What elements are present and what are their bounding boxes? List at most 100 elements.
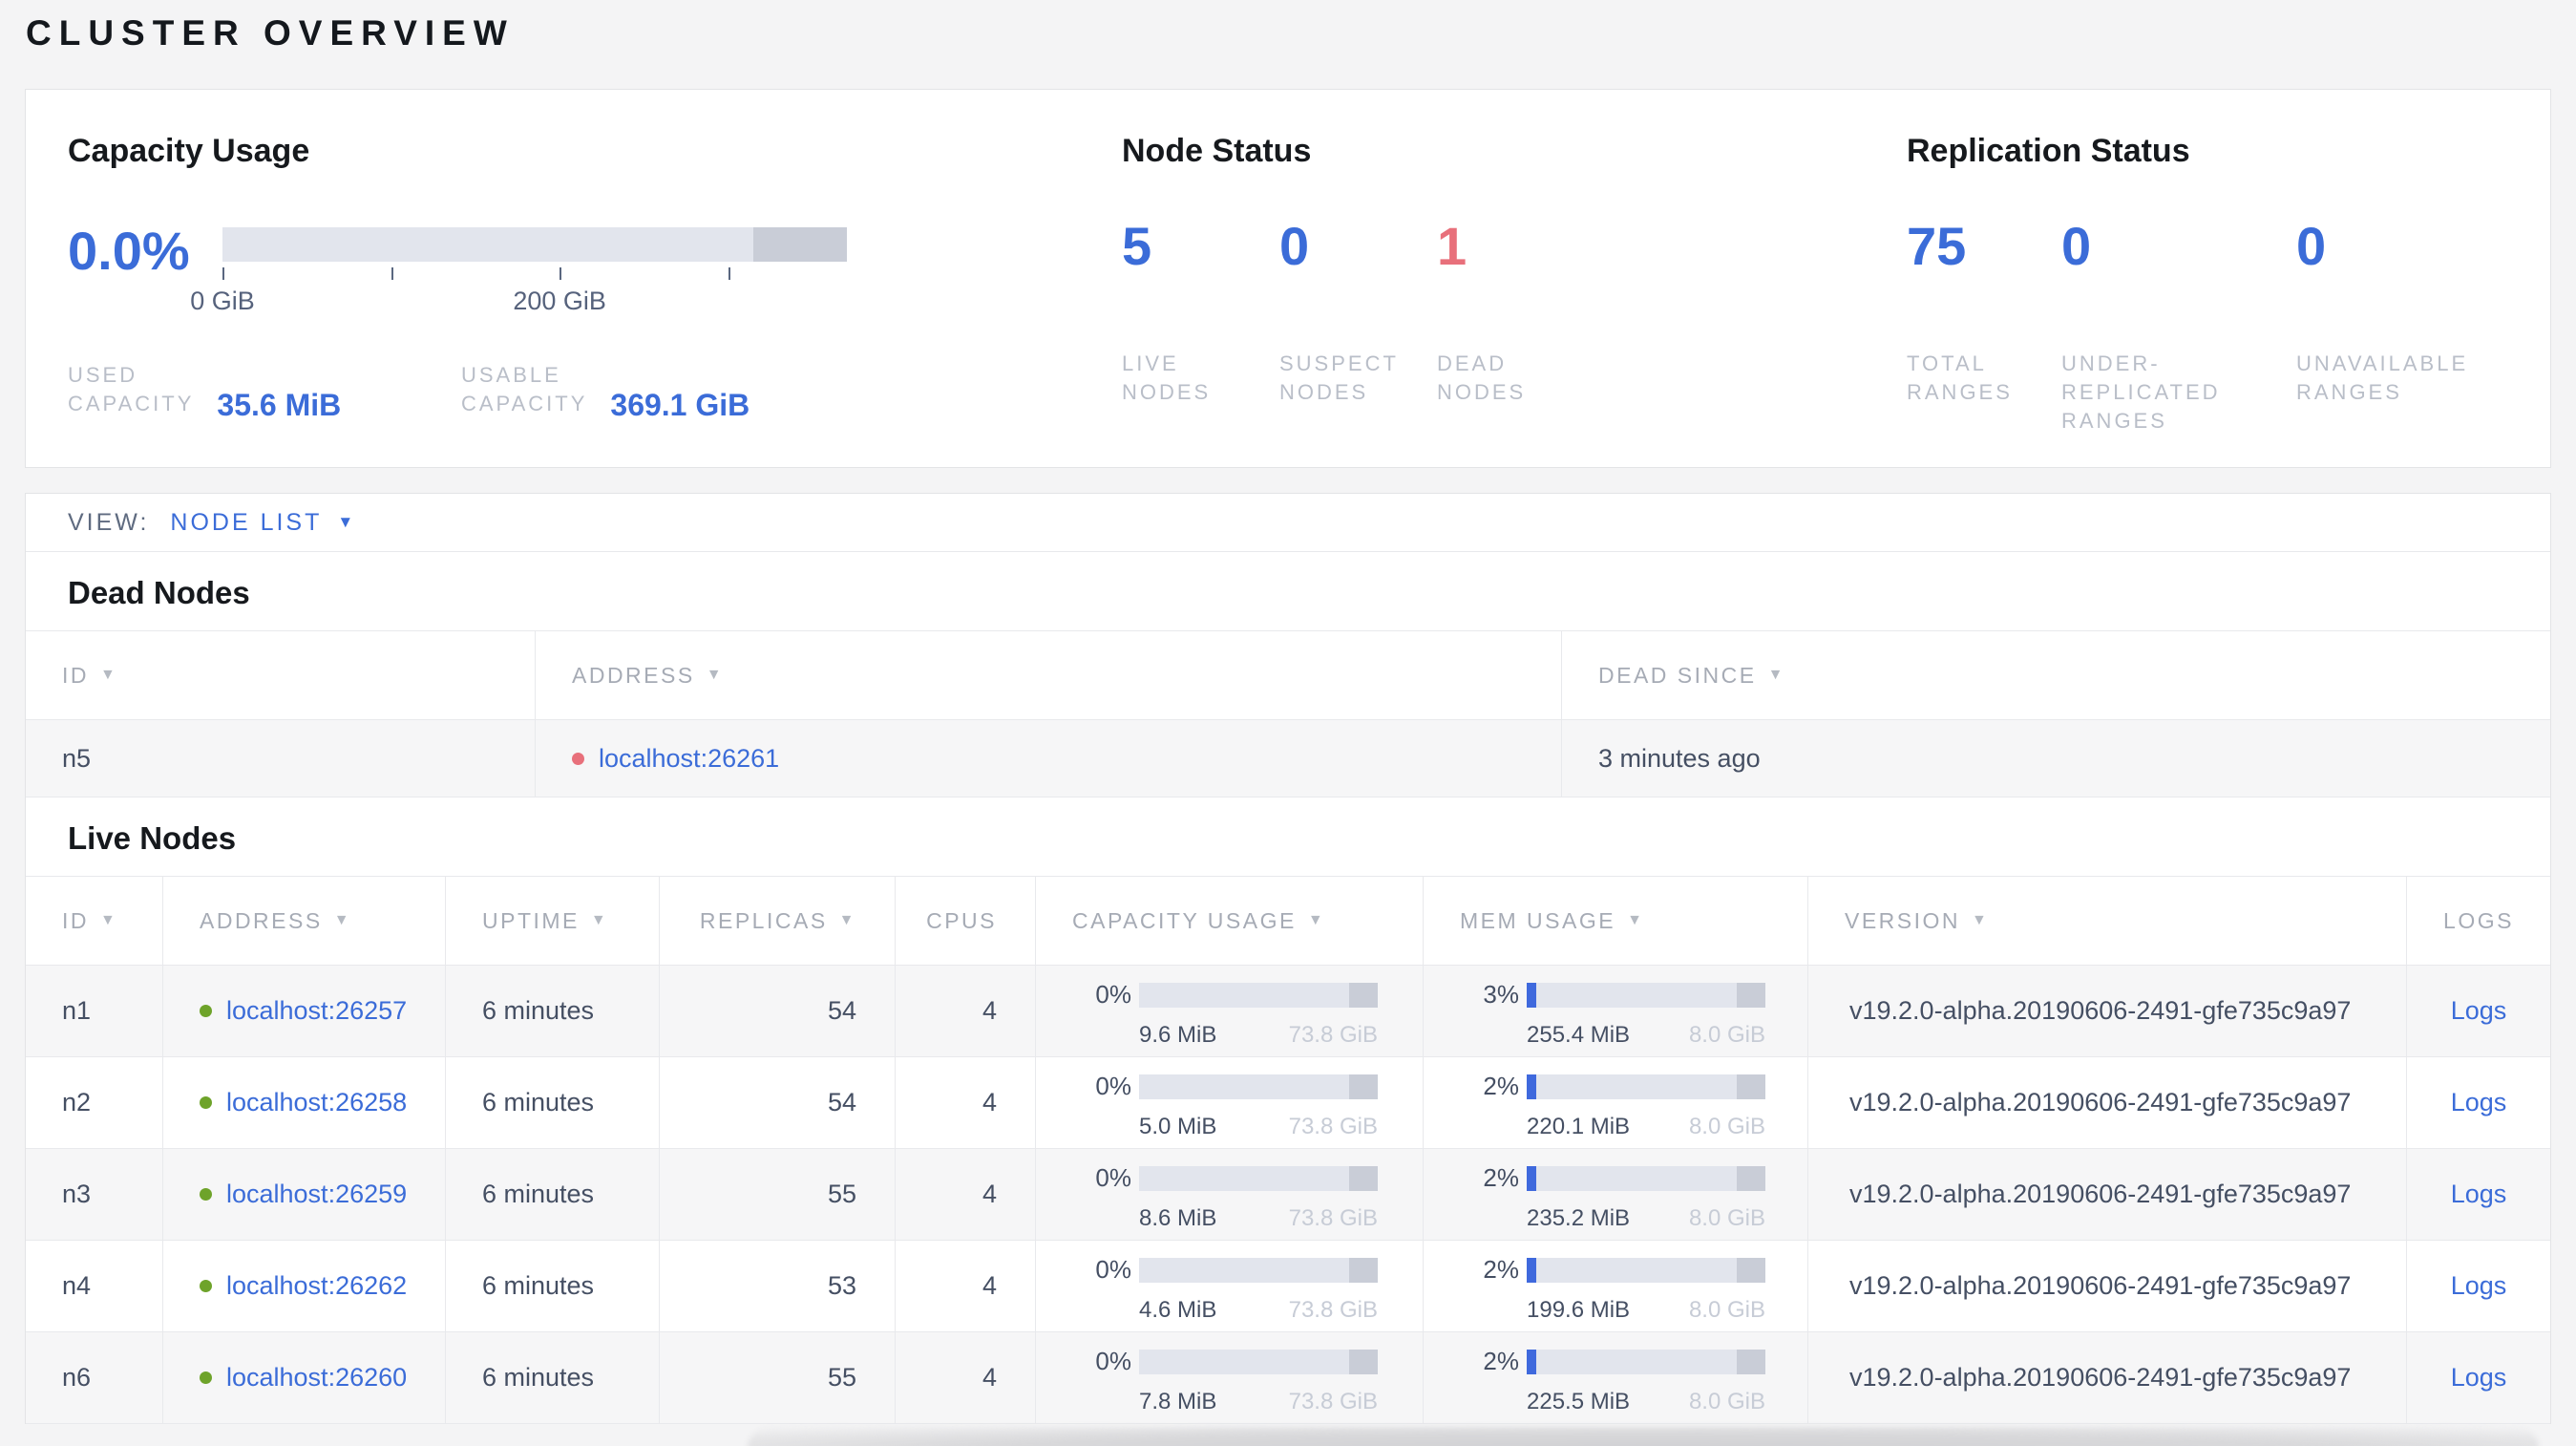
live-node-logs-cell: Logs	[2407, 1332, 2550, 1423]
capacity-bar-chart: 0 GiB 200 GiB	[190, 227, 847, 315]
live-node-dot-icon	[200, 1096, 212, 1109]
mem-usage-bar-row: 2%	[1466, 1347, 1765, 1376]
mem-usage-labels: 255.4 MiB 8.0 GiB	[1527, 1022, 1765, 1049]
live-node-uptime-cell: 6 minutes	[446, 1241, 660, 1331]
node-status-stat-value: 1	[1437, 216, 1467, 276]
replication-status-stat: 0 UNDER- REPLICATED RANGES	[2061, 220, 2296, 436]
dead-nodes-table: ID ▼ ADDRESS ▼ DEAD SINCE ▼ n5 localhost:26261 3…	[26, 630, 2550, 797]
capacity-used-value: 7.8 MiB	[1139, 1389, 1217, 1414]
node-status-stat: 0 SUSPECT NODES	[1279, 220, 1437, 407]
dead-nodes-header-id[interactable]: ID ▼	[26, 631, 536, 719]
live-nodes-header-id[interactable]: ID ▼	[26, 877, 163, 965]
mem-usage-bar	[1527, 982, 1765, 1008]
capacity-axis-tick	[391, 267, 393, 280]
capacity-total-value: 73.8 GiB	[1288, 1205, 1378, 1231]
capacity-usage-cell: 0% 4.6 MiB 73.8 GiB	[1036, 1241, 1424, 1331]
node-status-stat-label: SUSPECT NODES	[1279, 351, 1399, 404]
live-node-address-link[interactable]: localhost:26257	[226, 996, 407, 1026]
dead-nodes-header-label-id: ID	[62, 662, 89, 688]
live-node-address-cell: localhost:26257	[163, 966, 446, 1056]
live-node-version-cell: v19.2.0-alpha.20190606-2491-gfe735c9a97	[1808, 1149, 2407, 1240]
live-nodes-header-row: ID ▼ ADDRESS ▼ UPTIME ▼ REPLICAS ▼ CPUS CAPACITY …	[26, 876, 2550, 966]
live-node-address-link[interactable]: localhost:26259	[226, 1180, 407, 1209]
live-node-dot-icon	[200, 1005, 212, 1017]
capacity-usage-bar	[1139, 1257, 1378, 1283]
live-node-logs-link[interactable]: Logs	[2451, 1180, 2507, 1209]
view-selector-dropdown[interactable]: NODE LIST ▼	[170, 509, 353, 537]
node-status-stat-label: DEAD NODES	[1437, 351, 1527, 404]
live-node-cpus-cell: 4	[896, 1332, 1036, 1423]
capacity-usage-bar-cap	[1349, 982, 1378, 1008]
mem-used-value: 225.5 MiB	[1527, 1389, 1631, 1414]
live-nodes-header-mem[interactable]: MEM USAGE ▼	[1424, 877, 1808, 965]
live-nodes-header-logs[interactable]: LOGS	[2407, 877, 2550, 965]
live-node-logs-link[interactable]: Logs	[2451, 1363, 2507, 1393]
mem-usage-labels: 225.5 MiB 8.0 GiB	[1527, 1389, 1765, 1415]
capacity-usage-bar-row: 0%	[1078, 1347, 1378, 1376]
capacity-used-value: 4.6 MiB	[1139, 1297, 1217, 1323]
view-selected-value: NODE LIST	[170, 508, 323, 536]
replication-status-stat-label: UNDER- REPLICATED RANGES	[2061, 351, 2221, 433]
mem-usage-bar-row: 2%	[1466, 1255, 1765, 1285]
live-node-logs-cell: Logs	[2407, 1057, 2550, 1148]
mem-usage-bar-row: 3%	[1466, 980, 1765, 1010]
live-nodes-header-label-cpus: CPUS	[926, 907, 997, 933]
capacity-stat: USABLE CAPACITY 369.1 GiB	[461, 361, 750, 420]
capacity-usage-percent: 0%	[1095, 1347, 1131, 1375]
live-node-logs-link[interactable]: Logs	[2451, 1088, 2507, 1117]
dead-nodes-header-dead_since[interactable]: DEAD SINCE ▼	[1562, 631, 2550, 719]
live-nodes-header-address[interactable]: ADDRESS ▼	[163, 877, 446, 965]
mem-usage-bar-used	[1527, 982, 1536, 1008]
sort-caret-icon: ▼	[590, 912, 609, 928]
live-node-id-cell: n2	[26, 1057, 163, 1148]
live-nodes-header-label-id: ID	[62, 907, 89, 933]
mem-usage-bar-used	[1527, 1165, 1536, 1191]
view-label: VIEW:	[68, 508, 150, 536]
live-node-address-link[interactable]: localhost:26262	[226, 1271, 407, 1301]
live-nodes-header-label-uptime: UPTIME	[482, 907, 580, 933]
mem-usage-percent: 2%	[1483, 1163, 1519, 1192]
live-node-logs-link[interactable]: Logs	[2451, 996, 2507, 1026]
live-nodes-header-version[interactable]: VERSION ▼	[1808, 877, 2407, 965]
live-node-cpus-cell: 4	[896, 1241, 1036, 1331]
replication-status-stat: 0 UNAVAILABLE RANGES	[2296, 220, 2468, 436]
live-node-version-cell: v19.2.0-alpha.20190606-2491-gfe735c9a97	[1808, 966, 2407, 1056]
live-nodes-header-label-address: ADDRESS	[200, 907, 323, 933]
live-node-row: n3 localhost:26259 6 minutes 55 4 0% 8.6 MiB 73…	[26, 1149, 2550, 1241]
live-nodes-header-cpus[interactable]: CPUS	[896, 877, 1036, 965]
mem-total-value: 8.0 GiB	[1688, 1205, 1765, 1231]
sort-caret-icon: ▼	[100, 912, 118, 928]
view-bar: VIEW: NODE LIST ▼	[26, 494, 2550, 552]
live-nodes-header-capacity[interactable]: CAPACITY USAGE ▼	[1036, 877, 1424, 965]
live-node-id-cell: n6	[26, 1332, 163, 1423]
live-node-logs-link[interactable]: Logs	[2451, 1271, 2507, 1301]
live-nodes-header-replicas[interactable]: REPLICAS ▼	[660, 877, 896, 965]
live-nodes-header-uptime[interactable]: UPTIME ▼	[446, 877, 660, 965]
cluster-summary-card: Capacity Usage 0.0% 0 GiB 200 GiB USED CA…	[25, 89, 2551, 468]
live-node-address-link[interactable]: localhost:26260	[226, 1363, 407, 1393]
capacity-usage-bar-cap	[1349, 1349, 1378, 1374]
dead-node-dot-icon	[572, 752, 584, 765]
live-nodes-header-label-logs: LOGS	[2443, 907, 2514, 933]
capacity-usage-bar	[1139, 982, 1378, 1008]
dead-nodes-header-address[interactable]: ADDRESS ▼	[536, 631, 1562, 719]
mem-usage-cell: 3% 255.4 MiB 8.0 GiB	[1424, 966, 1808, 1056]
node-status-stat: 1 DEAD NODES	[1437, 220, 1594, 407]
sort-caret-icon: ▼	[1307, 912, 1326, 928]
node-list-panel: VIEW: NODE LIST ▼ Dead Nodes ID ▼ ADDRESS ▼…	[25, 493, 2551, 1424]
capacity-usage-bar	[1139, 1349, 1378, 1374]
live-node-address-link[interactable]: localhost:26258	[226, 1088, 407, 1117]
dead-node-address-link[interactable]: localhost:26261	[599, 744, 779, 774]
capacity-axis-tick	[560, 267, 562, 280]
live-node-logs-cell: Logs	[2407, 1241, 2550, 1331]
mem-usage-percent: 3%	[1483, 980, 1519, 1009]
sort-caret-icon: ▼	[1767, 667, 1785, 683]
live-node-uptime-cell: 6 minutes	[446, 966, 660, 1056]
replication-status-stat-value: 0	[2296, 216, 2327, 276]
below-fold-shadow	[748, 1427, 2539, 1446]
mem-usage-bar-used	[1527, 1349, 1536, 1374]
capacity-usage-labels: 7.8 MiB 73.8 GiB	[1139, 1389, 1378, 1415]
live-node-replicas-cell: 53	[660, 1241, 896, 1331]
replication-status-title: Replication Status	[1907, 133, 2190, 169]
replication-status-section: Replication Status 75 TOTAL RANGES 0 UNDER-…	[1907, 90, 2550, 467]
